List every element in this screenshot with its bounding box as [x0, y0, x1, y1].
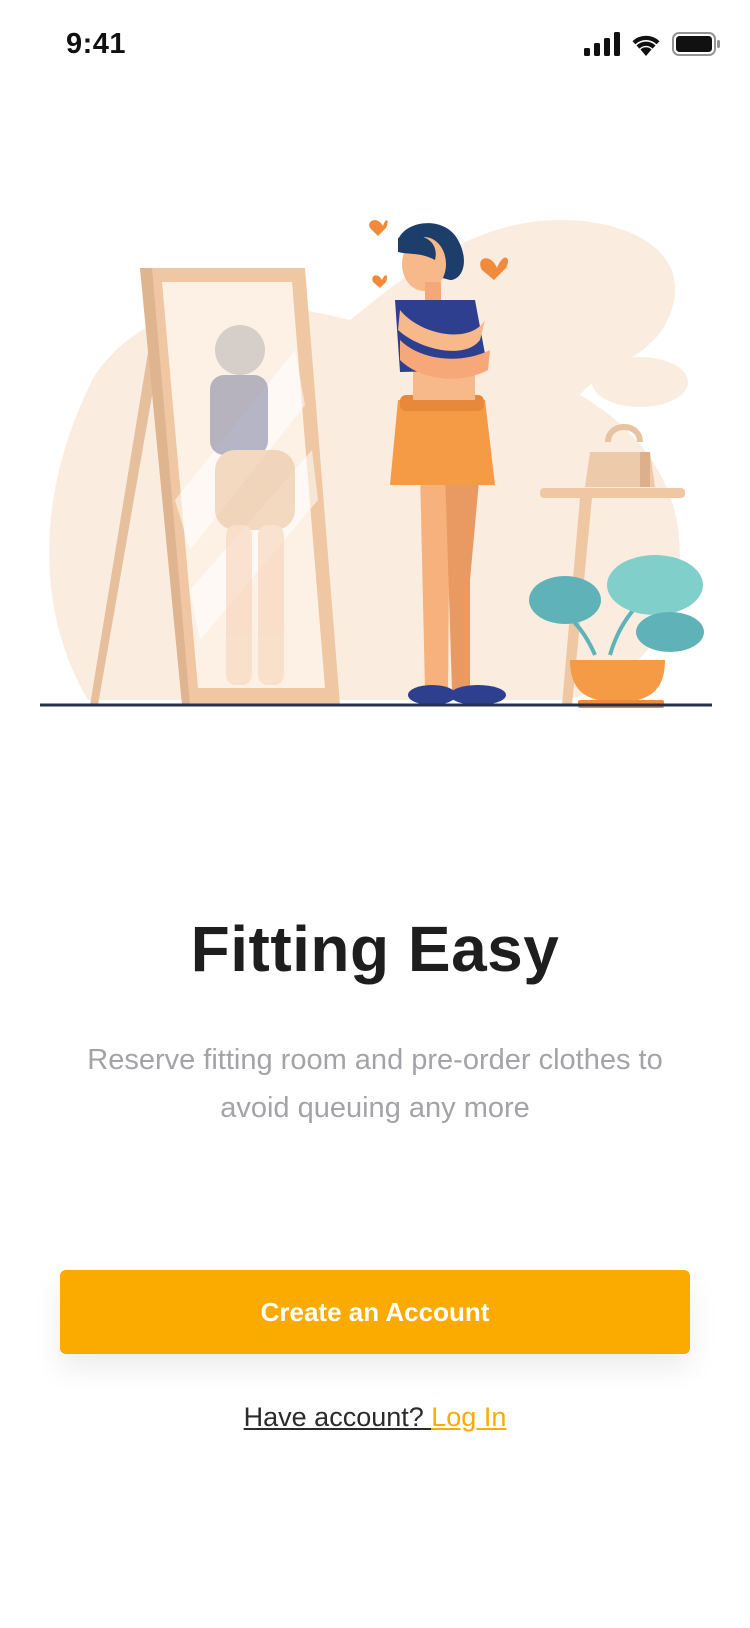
page-title: Fitting Easy — [190, 913, 560, 985]
wifi-icon — [632, 35, 660, 56]
battery-icon — [672, 32, 720, 56]
login-prompt-row: Have account? Log In — [0, 1402, 750, 1433]
login-link[interactable]: Log In — [431, 1402, 506, 1432]
cellular-signal-icon — [584, 32, 620, 56]
create-account-button[interactable]: Create an Account — [60, 1270, 690, 1354]
hero-illustration — [40, 220, 712, 708]
page-subtitle: Reserve fitting room and pre-order cloth… — [87, 1044, 663, 1124]
login-prompt-text: Have account? — [243, 1402, 432, 1432]
status-time: 9:41 — [66, 28, 127, 60]
status-bar: 9:41 — [0, 0, 750, 90]
status-icons — [584, 32, 720, 56]
